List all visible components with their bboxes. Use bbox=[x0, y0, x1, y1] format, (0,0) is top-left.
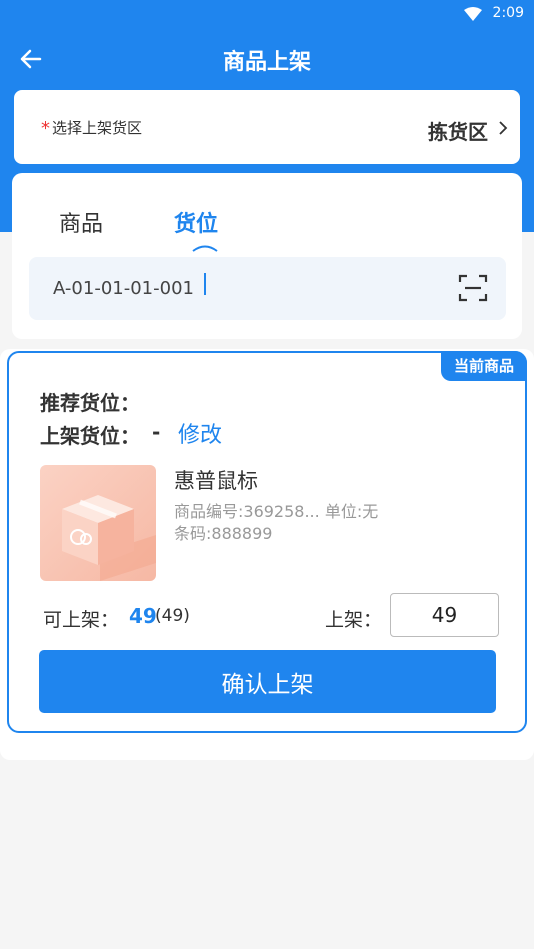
zone-selector[interactable]: * 选择上架货区 拣货区 bbox=[14, 90, 520, 164]
quantity-label: 上架： bbox=[325, 609, 383, 631]
available-total: (49) bbox=[155, 606, 190, 626]
package-box-icon bbox=[62, 495, 156, 581]
available-label: 可上架： bbox=[43, 609, 120, 631]
location-input-box bbox=[29, 257, 506, 320]
search-card: 商品 货位 bbox=[12, 173, 522, 339]
page-title: 商品上架 bbox=[222, 50, 311, 75]
app-bar: 商品上架 bbox=[0, 28, 534, 90]
put-location-label: 上架货位： bbox=[40, 424, 140, 448]
product-image bbox=[40, 465, 156, 581]
zone-label: 选择上架货区 bbox=[52, 119, 143, 137]
recommend-location-label: 推荐货位： bbox=[40, 391, 140, 415]
current-goods-badge: 当前商品 bbox=[441, 351, 527, 381]
status-bar: 2:09 bbox=[0, 0, 534, 28]
text-caret bbox=[204, 273, 206, 295]
status-time: 2:09 bbox=[492, 5, 524, 21]
product-barcode: 条码:888899 bbox=[174, 524, 273, 543]
current-goods-card: 当前商品 推荐货位： 上架货位： - 修改 惠普鼠标 商品编号:369258..… bbox=[7, 351, 527, 733]
location-input[interactable] bbox=[53, 270, 433, 306]
wifi-icon bbox=[464, 7, 482, 21]
modify-link[interactable]: 修改 bbox=[178, 417, 222, 449]
tab-goods[interactable]: 商品 bbox=[59, 206, 103, 238]
zone-value: 拣货区 bbox=[428, 120, 488, 144]
tab-location[interactable]: 货位 bbox=[174, 206, 218, 238]
active-tab-indicator bbox=[192, 245, 218, 252]
quantity-input[interactable] bbox=[390, 593, 499, 637]
chevron-right-icon bbox=[499, 121, 508, 135]
required-mark: * bbox=[41, 118, 50, 139]
product-meta-line1: 商品编号:369258... 单位:无 bbox=[174, 502, 379, 521]
scan-icon[interactable] bbox=[458, 273, 488, 303]
confirm-shelve-button[interactable]: 确认上架 bbox=[39, 650, 496, 713]
product-name: 惠普鼠标 bbox=[174, 469, 258, 493]
put-location-value: - bbox=[152, 420, 161, 444]
available-value: 49 bbox=[129, 604, 157, 628]
